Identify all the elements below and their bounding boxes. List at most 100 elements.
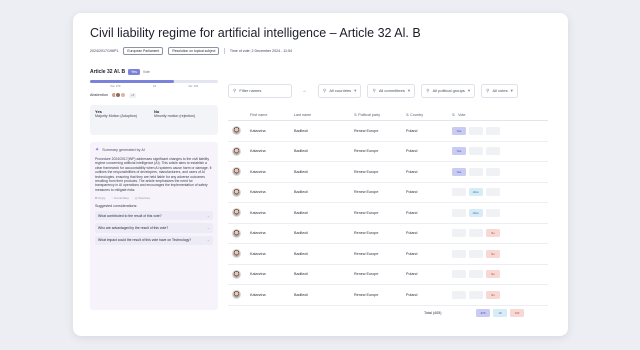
col-first-name[interactable]: First name <box>250 113 294 117</box>
vote-slot-empty <box>452 290 466 299</box>
members-table: First name Last name ⇅ Political party ⇅… <box>228 110 548 321</box>
abstain-count-label: 19 <box>152 85 156 88</box>
vote-badge: No <box>486 290 500 299</box>
total-abstain-badge: 19 <box>493 309 507 317</box>
vote-result-bar-fill <box>90 80 175 83</box>
col-country[interactable]: ⇅ Country <box>406 113 452 117</box>
country-cell: Poland <box>406 292 418 297</box>
sources-button[interactable]: ◎ Sources <box>135 196 150 200</box>
arrow-left-icon: ← <box>302 87 308 94</box>
table-row[interactable]: Katarzina Badileoii Renew Europe Poland Yes <box>228 121 548 142</box>
no-count-label: No: 133 <box>188 85 198 88</box>
arrow-right-icon: → <box>206 213 210 218</box>
table-row[interactable]: Katarzina Badileoii Renew Europe Poland Yes <box>228 162 548 183</box>
vote-badge: Yes <box>452 126 466 135</box>
country-cell: Poland <box>406 251 418 256</box>
toggle-yes[interactable]: Yes <box>128 69 140 75</box>
avatar <box>232 249 241 259</box>
suggestion-item[interactable]: What impact could the result of this vot… <box>95 235 213 245</box>
table-row[interactable]: Katarzina Badileoii Renew Europe Poland Abst… <box>228 203 548 224</box>
vote-slot-empty <box>469 290 483 299</box>
committees-filter[interactable]: ⚲ All committees ▾ <box>367 83 416 98</box>
no-result-text: Minority motion (rejection) <box>154 114 196 118</box>
chevron-down-icon: ▾ <box>467 87 471 93</box>
country-cell: Poland <box>406 128 418 133</box>
countries-filter-label: All countries <box>329 88 352 93</box>
copy-label: Copy <box>98 196 106 201</box>
chevron-down-icon: ▾ <box>354 87 357 93</box>
col-party[interactable]: ⇅ Political party <box>354 113 406 117</box>
back-arrow-button[interactable]: ← <box>298 84 312 98</box>
yes-result-text: Majority Motion (Adoption) <box>95 114 137 118</box>
vote-badge: No <box>486 270 500 279</box>
last-name-cell: Badileoii <box>294 210 308 215</box>
party-cell: Renew Europe <box>354 149 379 154</box>
first-name-cell: Katarzina <box>250 169 266 174</box>
copy-button[interactable]: ⧉ Copy <box>95 196 105 200</box>
abstention-avatars[interactable] <box>110 92 126 98</box>
countries-filter[interactable]: ⚲ All countries ▾ <box>318 83 362 98</box>
avatar <box>232 228 241 238</box>
abstention-more-badge[interactable]: +8 <box>128 92 137 98</box>
vote-slot-empty <box>486 126 500 135</box>
table-row[interactable]: Katarzina Badileoii Renew Europe Poland Yes <box>228 142 548 162</box>
table-header: First name Last name ⇅ Political party ⇅… <box>228 110 548 121</box>
sparkle-icon: ✦ <box>95 147 100 153</box>
vote-badge: Abst. <box>469 188 483 197</box>
avatar <box>232 167 241 177</box>
groups-filter-label: All political groups <box>432 88 465 93</box>
party-cell: Renew Europe <box>354 251 379 256</box>
last-name-cell: Badileoii <box>294 251 308 256</box>
filter-icon: ⚲ <box>372 87 376 93</box>
total-no-badge: 133 <box>510 309 524 317</box>
vote-badge: Yes <box>452 147 466 156</box>
procedure-ref: 2024/2017/196P1 <box>90 49 119 53</box>
col-last-name[interactable]: Last name <box>294 113 354 117</box>
party-cell: Renew Europe <box>354 231 379 236</box>
party-cell: Renew Europe <box>354 190 379 195</box>
table-row[interactable]: Katarzina Badileoii Renew Europe Poland No <box>228 285 548 306</box>
filter-toolbar: ⚲ Filter names ← ⚲ All countries ▾ ⚲ All… <box>228 83 568 98</box>
votes-filter[interactable]: ⚲ All votes ▾ <box>481 83 518 98</box>
vote-slot-empty <box>486 167 500 176</box>
name-filter-input[interactable]: ⚲ Filter names <box>228 83 292 98</box>
table-row[interactable]: Katarzina Badileoii Renew Europe Poland Abst… <box>228 183 548 203</box>
suggestion-item[interactable]: Who are advantaged by the result of this… <box>95 223 213 233</box>
institution-chip[interactable]: European Parliament <box>123 47 164 55</box>
resolution-chip[interactable]: Resolution on topical subject <box>168 47 220 55</box>
committee-label: Committee <box>114 196 129 201</box>
table-row[interactable]: Katarzina Badileoii Renew Europe Poland No <box>228 244 548 265</box>
arrow-right-icon: → <box>206 225 210 230</box>
groups-filter[interactable]: ⚲ All political groups ▾ <box>421 83 476 98</box>
yes-count-label: Yes: 270 <box>110 85 121 88</box>
col-vote[interactable]: ⇅ Vote <box>452 113 548 117</box>
table-row[interactable]: Katarzina Badileoii Renew Europe Poland No <box>228 265 548 285</box>
table-row[interactable]: Katarzina Badileoii Renew Europe Poland No <box>228 224 548 244</box>
country-cell: Poland <box>406 231 418 236</box>
abstention-label: Abstention <box>90 93 108 97</box>
last-name-cell: Badileoii <box>294 190 308 195</box>
last-name-cell: Badileoii <box>294 292 308 297</box>
toggle-vote[interactable]: Vote <box>143 70 150 74</box>
country-cell: Poland <box>406 190 418 195</box>
avatar <box>232 146 241 156</box>
filter-icon: ⚲ <box>233 87 237 93</box>
vote-badge: No <box>486 249 500 258</box>
total-label: Total (405) <box>424 311 442 315</box>
suggestion-item[interactable]: What contributed to the result of this v… <box>95 211 213 221</box>
committee-button[interactable]: ◌ Committee <box>111 196 129 200</box>
vote-slot-empty <box>486 147 500 156</box>
avatar <box>232 269 241 279</box>
vote-slot-empty <box>469 167 483 176</box>
avatar <box>232 126 241 136</box>
first-name-cell: Katarzina <box>250 251 266 256</box>
filter-icon: ⚲ <box>323 87 327 93</box>
votes-filter-label: All votes <box>492 88 508 93</box>
first-name-cell: Katarzina <box>250 292 266 297</box>
suggestions-heading: Suggested considerations: <box>95 204 138 209</box>
meta-divider <box>224 48 225 54</box>
vote-badge: No <box>486 229 500 238</box>
chevron-down-icon: ▾ <box>407 87 411 93</box>
vote-slot-empty <box>469 126 483 135</box>
result-box: Yes Majority Motion (Adoption) No Minori… <box>90 105 218 135</box>
